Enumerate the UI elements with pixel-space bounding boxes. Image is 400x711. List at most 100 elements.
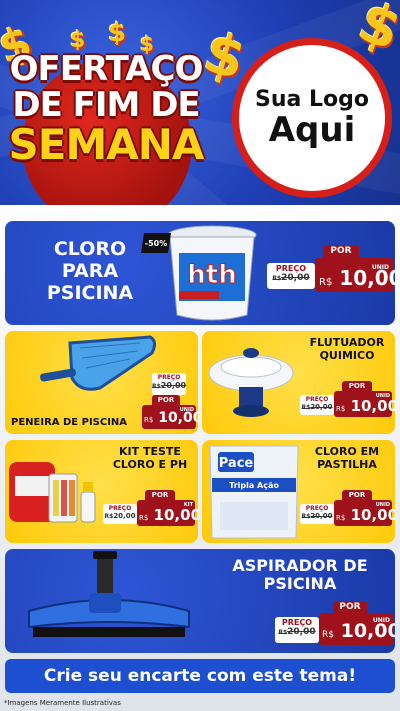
unit-label: UNID (375, 502, 390, 508)
new-price-box: R$ 10,00 UNID (315, 258, 395, 292)
price-tag: PREÇO R$20,00 POR R$ 10,00 UNID (130, 373, 198, 429)
currency-symbol: R$ (104, 512, 114, 520)
headline-line-1: OFERTAÇO (9, 49, 204, 89)
old-price-value: 20,00 (281, 272, 310, 283)
currency-symbol: R$ (322, 630, 334, 640)
old-price-tag: PREÇO R$20,00 (275, 617, 319, 643)
old-price-value: 20,00 (287, 626, 316, 637)
new-price: R$ 10,00 (139, 506, 198, 524)
currency-symbol: R$ (301, 403, 311, 411)
header-banner: $ $ $ $ $ $ OFERTAÇO DE FIM DE SEMANA Su… (0, 0, 400, 220)
por-label: POR (152, 395, 180, 405)
product-title: KIT TESTE CLORO E PH (105, 445, 195, 471)
currency-symbol: R$ (139, 514, 149, 522)
package-subtitle-text: Tripla Ação (229, 481, 279, 490)
product-card-pastilha: Pace Tripla Ação CLORO EM PASTILHA POR R… (202, 440, 395, 543)
new-price: R$ 10,00 (336, 506, 395, 524)
product-card-aspirador: ASPIRADOR DE PSICINA POR R$ 10,00 UNID P… (5, 549, 395, 653)
price-tag: POR R$ 10,00 UNID PREÇO R$20,00 (271, 601, 395, 651)
unit-label: UNID (179, 407, 194, 413)
dollar-icon: $ (108, 18, 127, 48)
pool-vacuum-image (28, 551, 190, 637)
old-price: R$20,00 (275, 626, 319, 638)
price-tag: POR R$ 10,00 UNID PREÇO R$20,00 (296, 381, 395, 427)
unit-label: UNID (375, 393, 390, 399)
product-title: CLORO EM PASTILHA (302, 445, 392, 471)
old-price-tag: PREÇO R$20,00 (300, 504, 334, 524)
old-price-value: 20,00 (310, 511, 333, 520)
currency-symbol: R$ (319, 277, 333, 288)
new-price: R$ 10,00 (336, 397, 395, 415)
logo-placeholder: Sua Logo Aqui (232, 38, 392, 198)
chlorine-bucket-image: hth (167, 225, 257, 321)
product-title: PENEIRA DE PISCINA (11, 417, 128, 428)
currency-symbol: R$ (152, 382, 161, 390)
headline-line-3: SEMANA (8, 120, 205, 169)
product-title-line: KIT TESTE (119, 445, 181, 458)
new-price-value: 10,00 (153, 506, 198, 524)
logo-text-line-1: Sua Logo (254, 86, 369, 112)
currency-symbol: R$ (301, 512, 311, 520)
old-price-value: 20,00 (160, 380, 187, 390)
chlorine-tablet-package-image: Pace Tripla Ação (209, 445, 299, 539)
create-flyer-button[interactable]: Crie seu encarte com este tema! (5, 659, 395, 693)
product-title: ASPIRADOR DE PSICINA (215, 556, 385, 594)
price-tag: POR R$ 10,00 KIT PREÇO R$20,00 (99, 490, 198, 536)
new-price-box: R$ 10,00 UNID (142, 405, 198, 429)
discount-badge: -50% (141, 233, 171, 253)
currency-symbol: R$ (336, 405, 346, 413)
product-title-line: FLUTUADOR (309, 336, 385, 349)
new-price-box: R$ 10,00 UNID (319, 613, 395, 645)
unit-label: UNID (371, 264, 389, 271)
product-card-kit-teste: KIT TESTE CLORO E PH POR R$ 10,00 KIT PR… (5, 440, 198, 543)
por-label: POR (333, 601, 367, 613)
unit-label: KIT (183, 502, 193, 508)
old-price: R$20,00 (103, 511, 137, 521)
product-title-line: ASPIRADOR DE (232, 556, 368, 575)
new-price-box: R$ 10,00 KIT (137, 500, 198, 526)
product-title-line: PSICINA (263, 574, 337, 594)
price-tag: POR R$ 10,00 UNID PREÇO R$20,00 (263, 245, 395, 305)
disclaimer-footnote: *Imagens Meramente Ilustrativas (4, 699, 121, 707)
product-title-line: PARA (61, 259, 119, 282)
product-title: CLORO PARA PSICINA (35, 238, 145, 305)
old-price: R$20,00 (152, 380, 187, 391)
old-price-value: 20,00 (113, 511, 136, 520)
product-card-flutuador: FLUTUADOR QUIMICO POR R$ 10,00 UNID PREÇ… (202, 331, 395, 434)
product-title-line: CLORO E PH (112, 457, 188, 471)
por-label: POR (323, 245, 359, 258)
product-card-peneira: PENEIRA DE PISCINA PREÇO R$20,00 POR R$ … (5, 331, 198, 434)
product-title-line: PSICINA (46, 281, 134, 304)
brand-pace-text: Pace (219, 456, 254, 471)
por-label: POR (145, 490, 175, 500)
brand-hth-text: hth (187, 260, 236, 290)
old-price: R$20,00 (300, 511, 334, 521)
old-price: R$20,00 (267, 272, 315, 284)
product-title-line: QUIMICO (319, 348, 375, 362)
unit-label: UNID (372, 617, 390, 624)
old-price-tag: PREÇO R$20,00 (103, 504, 137, 524)
logo-text-line-2: Aqui (268, 109, 356, 150)
chemical-floater-image (208, 348, 294, 417)
currency-symbol: R$ (144, 416, 154, 424)
new-price-box: R$ 10,00 UNID (334, 500, 395, 526)
price-tag: POR R$ 10,00 UNID PREÇO R$20,00 (296, 490, 395, 536)
product-card-cloro: CLORO PARA PSICINA hth -50% POR R$ 10,00… (5, 221, 395, 325)
old-price-tag: PREÇO R$20,00 (152, 373, 186, 395)
test-kit-image (9, 462, 96, 523)
currency-symbol: R$ (278, 628, 288, 636)
headline-line-2: DE FIM DE (12, 85, 200, 125)
product-title: FLUTUADOR QUIMICO (302, 336, 392, 362)
new-price-box: R$ 10,00 UNID (334, 391, 395, 417)
currency-symbol: R$ (272, 274, 282, 282)
old-price-tag: PREÇO R$20,00 (300, 395, 334, 415)
old-price-tag: PREÇO R$20,00 (267, 263, 315, 289)
new-price-value: 10,00 (350, 397, 395, 415)
por-label: POR (342, 490, 372, 500)
old-price: R$20,00 (300, 402, 334, 412)
por-label: POR (342, 381, 372, 391)
old-price-value: 20,00 (310, 402, 333, 411)
currency-symbol: R$ (336, 514, 346, 522)
new-price-value: 10,00 (350, 506, 395, 524)
product-title-line: CLORO (53, 238, 127, 260)
